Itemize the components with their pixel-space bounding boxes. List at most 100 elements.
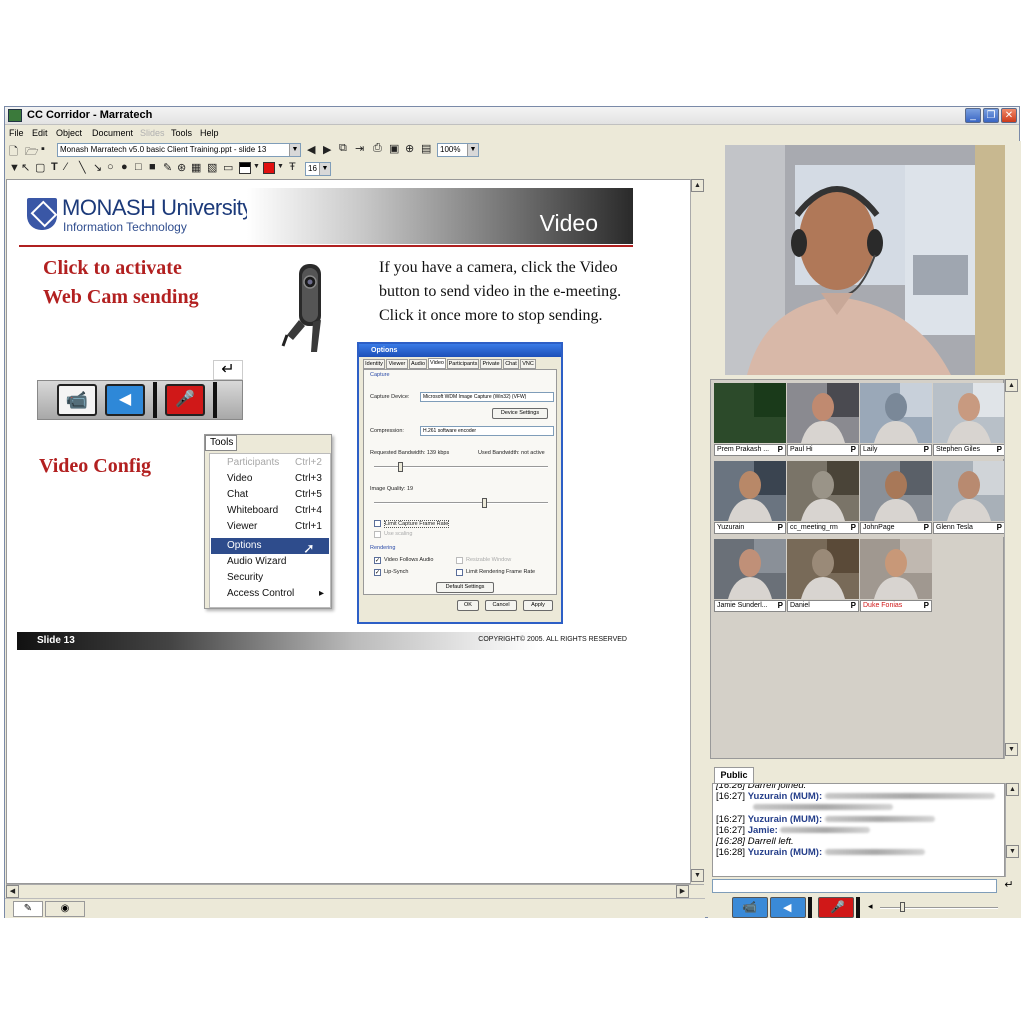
menu-tools[interactable]: Tools bbox=[171, 128, 192, 138]
screen-icon[interactable]: ▣ bbox=[389, 142, 399, 155]
dropdown-icon[interactable]: ▼ bbox=[9, 162, 20, 174]
scroll-up-arrow-icon[interactable]: ▲ bbox=[1006, 783, 1019, 796]
video-send-button[interactable]: 📹 bbox=[732, 897, 768, 918]
participant-grid-scrollbar[interactable]: ▲ ▼ bbox=[1004, 379, 1019, 759]
arrow-line-icon[interactable]: ↘ bbox=[93, 161, 102, 174]
image-icon[interactable]: ▦ bbox=[191, 161, 201, 174]
marker-icon[interactable]: ✎ bbox=[163, 161, 172, 174]
capture-device-select[interactable]: Microsoft WDM Image Capture (Win32) (VFW… bbox=[420, 392, 554, 402]
menu-item-participants[interactable]: Participants Ctrl+2 bbox=[211, 455, 329, 471]
limit-rendering-checkbox[interactable] bbox=[456, 569, 463, 576]
layer-icon[interactable]: ▧ bbox=[207, 161, 217, 174]
scroll-right-arrow-icon[interactable]: ▶ bbox=[676, 885, 689, 898]
close-button[interactable]: ✕ bbox=[1001, 108, 1017, 123]
participant-tile[interactable]: cc_meeting_rm P bbox=[787, 461, 859, 537]
previous-slide-icon[interactable]: ◀ bbox=[307, 143, 315, 156]
text-tool-icon[interactable]: T bbox=[51, 161, 58, 173]
lip-synch-checkbox[interactable]: ✓ bbox=[374, 569, 381, 576]
device-settings-button[interactable]: Device Settings bbox=[492, 408, 548, 419]
menu-edit[interactable]: Edit bbox=[32, 128, 48, 138]
participant-tile[interactable]: Stephen Giles P bbox=[933, 383, 1005, 459]
menu-slides[interactable]: Slides bbox=[140, 128, 165, 138]
menu-item-options[interactable]: Options ➚ bbox=[211, 538, 329, 556]
participant-tile[interactable]: Duke Fonias P bbox=[860, 539, 932, 615]
scroll-up-arrow-icon[interactable]: ▲ bbox=[1005, 379, 1018, 392]
color-picker[interactable] bbox=[263, 162, 275, 174]
participant-tile[interactable]: Daniel P bbox=[787, 539, 859, 615]
font-icon[interactable]: Ŧ bbox=[289, 161, 296, 173]
menu-help[interactable]: Help bbox=[200, 128, 219, 138]
participant-tile[interactable]: Yuzurain P bbox=[714, 461, 786, 537]
volume-slider-thumb[interactable] bbox=[900, 902, 905, 912]
minimize-button[interactable]: _ bbox=[965, 108, 981, 123]
menu-file[interactable]: File bbox=[9, 128, 24, 138]
chat-input[interactable] bbox=[712, 879, 997, 893]
rectangle-select-icon[interactable]: ▢ bbox=[35, 161, 45, 174]
line-icon[interactable]: ╲ bbox=[79, 161, 86, 174]
scroll-down-arrow-icon[interactable]: ▼ bbox=[691, 869, 704, 882]
cancel-button[interactable]: Cancel bbox=[485, 600, 517, 611]
ok-button[interactable]: OK bbox=[457, 600, 479, 611]
save-icon[interactable]: ▪ bbox=[41, 143, 45, 155]
bandwidth-slider-thumb[interactable] bbox=[398, 462, 404, 472]
send-enter-icon[interactable]: ↵ bbox=[1000, 878, 1018, 894]
chevron-down-icon[interactable]: ▼ bbox=[277, 163, 284, 170]
main-video-feed[interactable] bbox=[725, 145, 1005, 375]
next-slide-icon[interactable]: ▶ bbox=[323, 143, 331, 156]
options-tab-video[interactable]: Video bbox=[428, 358, 446, 369]
resizable-window-checkbox[interactable] bbox=[456, 557, 463, 564]
options-tab-viewer[interactable]: Viewer bbox=[386, 359, 408, 369]
compression-select[interactable]: H.261 software encoder bbox=[420, 426, 554, 436]
filled-rectangle-icon[interactable]: ■ bbox=[149, 161, 156, 173]
scroll-left-arrow-icon[interactable]: ◀ bbox=[6, 885, 19, 898]
pen-icon[interactable]: ⁄ bbox=[65, 161, 67, 173]
audio-speaker-button[interactable]: ◀ bbox=[770, 897, 806, 918]
import-slide-icon[interactable]: ⧉ bbox=[339, 142, 347, 155]
participant-tile[interactable]: Paul Hi P bbox=[787, 383, 859, 459]
participant-tile[interactable]: Laily P bbox=[860, 383, 932, 459]
participant-tile[interactable]: Jamie Sunderl... P bbox=[714, 539, 786, 615]
chat-scrollbar[interactable]: ▲ ▼ bbox=[1005, 783, 1019, 877]
zoom-combo[interactable]: 100% ▼ bbox=[437, 143, 479, 157]
options-tab-vnc[interactable]: VNC bbox=[520, 359, 536, 369]
slide-vertical-scrollbar[interactable]: ▲ ▼ bbox=[690, 179, 704, 884]
select-pointer-icon[interactable]: ↖ bbox=[21, 161, 30, 174]
rectangle-icon[interactable]: □ bbox=[135, 161, 142, 173]
participant-tile[interactable]: JohnPage P bbox=[860, 461, 932, 537]
options-tab-participants[interactable]: Participants bbox=[447, 359, 479, 369]
whiteboard-tab-icon[interactable]: ✎ bbox=[13, 901, 43, 917]
limit-capture-checkbox[interactable] bbox=[374, 520, 381, 527]
menu-item-audio-wizard[interactable]: Audio Wizard bbox=[211, 554, 329, 570]
slide-canvas[interactable]: MONASH University Information Technology… bbox=[6, 179, 691, 884]
scroll-down-arrow-icon[interactable]: ▼ bbox=[1005, 743, 1018, 756]
menu-item-security[interactable]: Security bbox=[211, 570, 329, 586]
options-tab-identity[interactable]: Identity bbox=[363, 359, 385, 369]
video-follows-audio-checkbox[interactable]: ✓ bbox=[374, 557, 381, 564]
export-slide-icon[interactable]: ⇥ bbox=[355, 142, 364, 155]
menu-item-access-control[interactable]: Access Control ▸ bbox=[211, 586, 329, 602]
image-quality-slider-thumb[interactable] bbox=[481, 498, 487, 508]
options-tab-private[interactable]: Private bbox=[480, 359, 502, 369]
camera-snapshot-icon[interactable]: ▭ bbox=[223, 161, 233, 174]
filled-ellipse-icon[interactable]: ● bbox=[121, 161, 128, 173]
font-size-combo[interactable]: 16 ▼ bbox=[305, 162, 331, 176]
ellipse-icon[interactable]: ○ bbox=[107, 161, 114, 173]
document-combo[interactable]: Monash Marratech v5.0 basic Client Train… bbox=[57, 143, 301, 157]
options-tab-chat[interactable]: Chat bbox=[503, 359, 519, 369]
menu-object[interactable]: Object bbox=[56, 128, 82, 138]
print-preview-icon[interactable]: ⎙ bbox=[373, 142, 382, 155]
menu-item-whiteboard[interactable]: Whiteboard Ctrl+4 bbox=[211, 503, 329, 519]
scroll-up-arrow-icon[interactable]: ▲ bbox=[691, 179, 704, 192]
use-scaling-checkbox[interactable] bbox=[374, 531, 381, 538]
maximize-button[interactable]: ❐ bbox=[983, 108, 999, 123]
slide-horizontal-scrollbar[interactable]: ◀ ▶ bbox=[6, 884, 704, 898]
menu-item-viewer[interactable]: Viewer Ctrl+1 bbox=[211, 519, 329, 535]
menu-item-chat[interactable]: Chat Ctrl+5 bbox=[211, 487, 329, 503]
microphone-button[interactable]: 🎤 bbox=[818, 897, 854, 918]
line-width-picker[interactable] bbox=[239, 162, 251, 174]
title-bar[interactable]: CC Corridor - Marratech _ ❐ ✕ bbox=[5, 107, 1019, 125]
options-tab-audio[interactable]: Audio bbox=[409, 359, 427, 369]
default-settings-button[interactable]: Default Settings bbox=[436, 582, 494, 593]
menu-document[interactable]: Document bbox=[92, 128, 133, 138]
chat-tab-public[interactable]: Public bbox=[714, 767, 754, 783]
